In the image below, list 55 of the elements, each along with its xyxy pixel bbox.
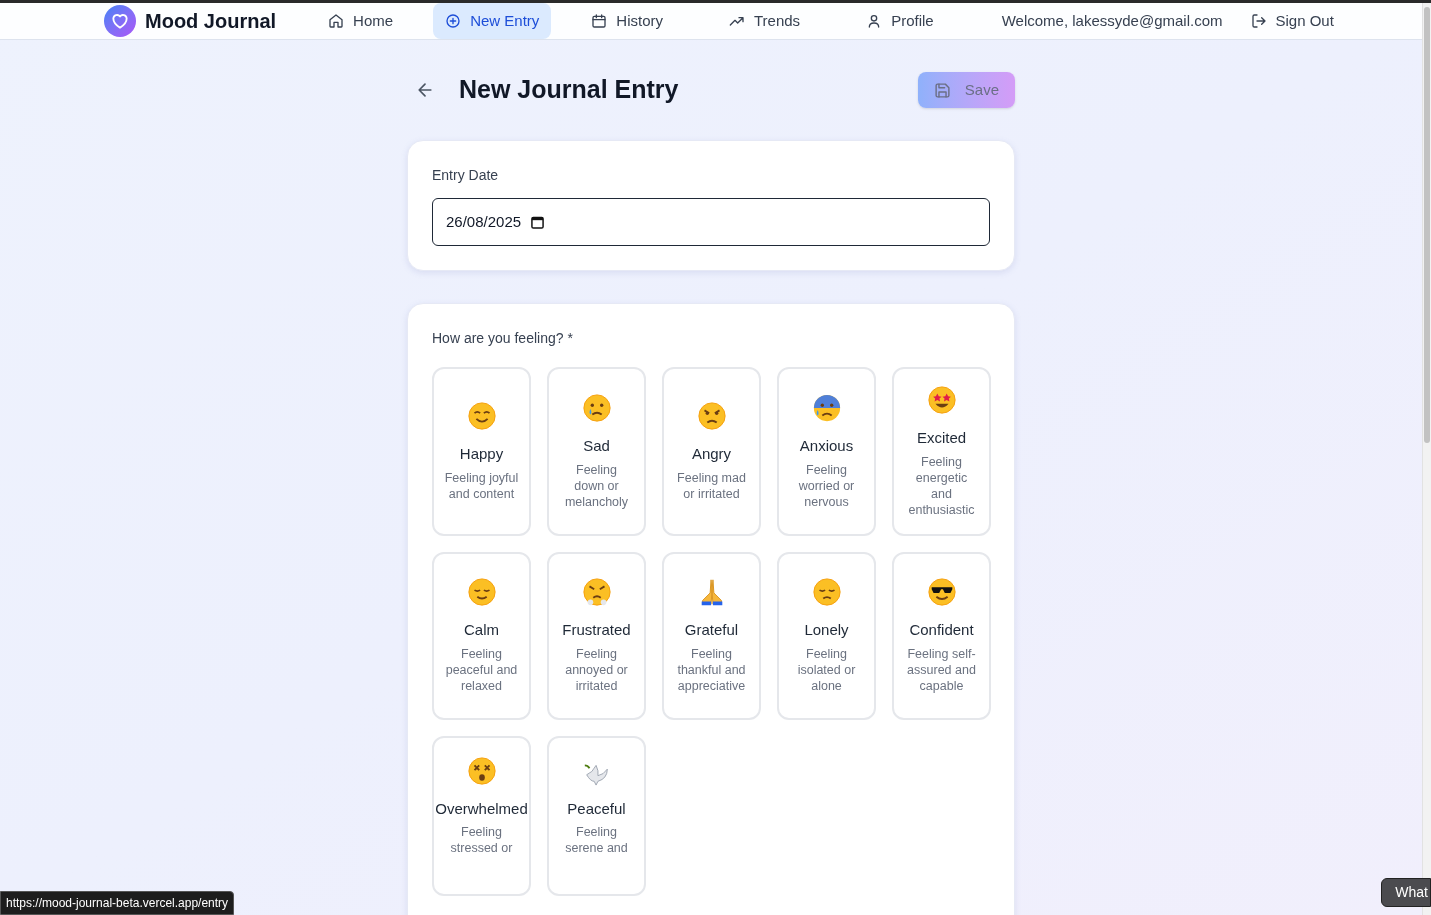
smiling-face-icon — [466, 401, 497, 431]
page-title: New Journal Entry — [459, 74, 679, 106]
mood-option[interactable]: Happy Feeling joyful and content — [432, 367, 531, 536]
crying-face-icon — [581, 393, 612, 423]
sign-out-link[interactable]: Sign Out — [1250, 9, 1334, 33]
heart-logo-icon[interactable] — [104, 5, 136, 37]
mood-option[interactable]: Frustrated Feeling annoyed or irritated — [547, 551, 646, 720]
mood-description: Feeling isolated or alone — [796, 645, 857, 694]
help-bubble[interactable]: What — [1381, 878, 1431, 907]
mood-option[interactable]: Angry Feeling mad or irritated — [662, 367, 761, 536]
home-icon — [328, 13, 345, 29]
anxious-face-icon — [811, 393, 842, 423]
mood-description: Feeling down or melancholy — [563, 461, 630, 510]
calendar-icon — [591, 13, 608, 29]
welcome-text: Welcome, lakessyde@gmail.com — [1001, 10, 1223, 31]
mood-option[interactable]: Lonely Feeling isolated or alone — [777, 551, 876, 720]
mood-description: Feeling self-assured and capable — [906, 645, 977, 694]
field-label: Entry Date — [432, 166, 500, 185]
sad-face-icon — [811, 577, 842, 608]
mood-description: Feeling worried or nervous — [797, 461, 856, 510]
mood-description: Feeling peaceful and relaxed — [444, 645, 519, 694]
nav-tab[interactable]: Profile — [854, 3, 946, 39]
save-icon — [933, 81, 951, 99]
mood-description: Feeling mad or irritated — [676, 469, 747, 502]
mood-option[interactable]: Overwhelmed Feeling stressed or — [432, 735, 531, 896]
calendar-icon[interactable] — [531, 215, 545, 229]
mood-option[interactable]: Peaceful Feeling serene and — [547, 735, 646, 896]
nav-tab[interactable]: History — [579, 3, 675, 39]
nav-tab[interactable]: Trends — [717, 3, 813, 39]
app-name[interactable]: Mood Journal — [145, 6, 277, 36]
nav-tab[interactable]: New Entry — [433, 3, 552, 39]
mood-description: Feeling thankful and appreciative — [676, 645, 747, 694]
mood-option[interactable]: Confident Feeling self-assured and capable — [892, 551, 991, 720]
date-input-field[interactable]: 26/08/2025 — [432, 198, 990, 246]
question-label: How are you feeling? * — [432, 329, 574, 348]
dizzy-face-icon — [466, 755, 497, 786]
mood-option[interactable]: Sad Feeling down or melancholy — [547, 367, 646, 536]
star-eyes-face-icon — [926, 385, 957, 415]
sunglasses-face-icon — [926, 577, 957, 608]
mood-description: Feeling stressed or — [449, 824, 514, 856]
plus-circle-icon — [445, 13, 462, 29]
mood-description: Feeling joyful and content — [444, 469, 519, 502]
mood-option[interactable]: Excited Feeling energetic and enthusiastic — [892, 367, 991, 536]
mood-option[interactable]: Anxious Feeling worried or nervous — [777, 367, 876, 536]
nav-tab[interactable]: Home — [316, 3, 406, 39]
steaming-face-icon — [581, 577, 612, 608]
mood-description: Feeling serene and — [564, 824, 629, 856]
mood-option[interactable]: Grateful Feeling thankful and appreciative — [662, 551, 761, 720]
mood-description: Feeling energetic and enthusiastic — [907, 453, 976, 518]
mood-description: Feeling annoyed or irritated — [564, 645, 629, 694]
mood-option[interactable]: Calm Feeling peaceful and relaxed — [432, 551, 531, 720]
relieved-face-icon — [466, 577, 497, 608]
angry-face-icon — [696, 401, 727, 431]
status-url-tooltip: https://mood-journal-beta.vercel.app/entry — [0, 891, 235, 915]
sign-out-icon — [1250, 13, 1267, 29]
